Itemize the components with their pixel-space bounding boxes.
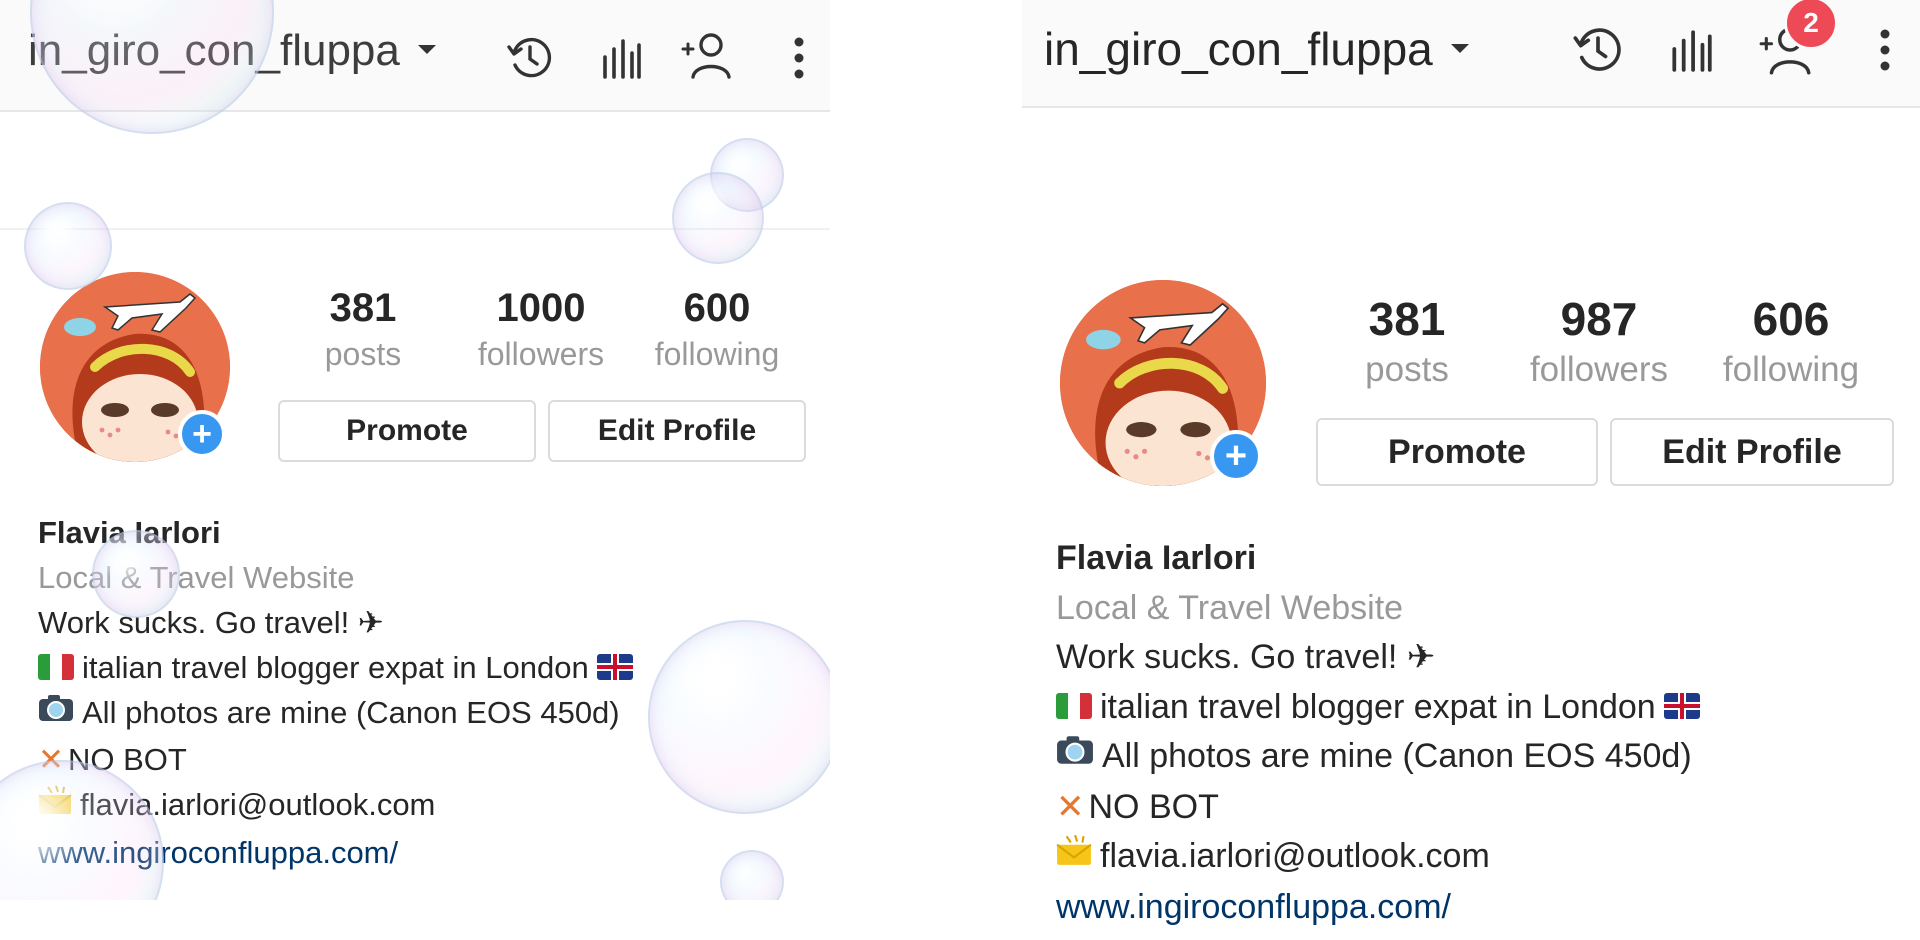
following-stat[interactable]: 600 following (632, 284, 802, 376)
bio-line-email: flavia.iarlori@outlook.com (1056, 832, 1700, 883)
following-count: 600 (683, 286, 751, 330)
uk-flag-icon (1663, 692, 1700, 719)
account-switcher[interactable]: in_giro_con_fluppa (28, 26, 436, 76)
promote-button[interactable]: Promote (278, 400, 536, 462)
email-text: flavia.iarlori@outlook.com (1100, 837, 1490, 876)
chevron-down-icon (417, 44, 436, 54)
followers-stat[interactable]: 1000 followers (456, 284, 626, 376)
profile-bio: Flavia Iarlori Local & Travel Website Wo… (38, 510, 633, 875)
username-label: in_giro_con_fluppa (1044, 23, 1433, 75)
top-bar: in_giro_con_fluppa 2 (1022, 0, 1920, 108)
posts-stat[interactable]: 381 posts (278, 284, 448, 376)
bio-line: All photos are mine (Canon EOS 450d) (1102, 737, 1692, 775)
edit-profile-button[interactable]: Edit Profile (548, 400, 806, 462)
bio-line: Work sucks. Go travel! ✈ (38, 605, 384, 640)
bio-line-flags: italian travel blogger expat in London (38, 645, 633, 690)
account-switcher[interactable]: in_giro_con_fluppa (1044, 22, 1469, 76)
followers-count: 1000 (496, 286, 586, 330)
cross-mark-icon: ✕ (1056, 787, 1085, 826)
followers-label: followers (477, 336, 605, 372)
full-name: Flavia Iarlori (1056, 539, 1257, 577)
posts-count: 381 (329, 286, 397, 330)
bubble-decoration (672, 172, 764, 264)
camera-icon (38, 689, 74, 734)
website-link[interactable]: www.ingiroconfluppa.com/ (1056, 883, 1700, 933)
bio-line-camera: All photos are mine (Canon EOS 450d) (38, 690, 633, 737)
following-count: 606 (1752, 293, 1830, 345)
italy-flag-icon (1056, 692, 1092, 719)
followers-stat[interactable]: 987 followers (1504, 292, 1694, 394)
following-stat[interactable]: 606 following (1696, 292, 1886, 394)
category-label: Local & Travel Website (38, 560, 355, 595)
add-person-icon[interactable] (678, 26, 738, 86)
posts-label: posts (1365, 350, 1449, 389)
top-bar: in_giro_con_fluppa (0, 0, 830, 112)
email-text: flavia.iarlori@outlook.com (80, 787, 436, 823)
bio-line: italian travel blogger expat in London (1100, 687, 1656, 726)
more-options-icon[interactable] (786, 30, 812, 86)
envelope-icon (38, 782, 72, 827)
bio-line-camera: All photos are mine (Canon EOS 450d) (1056, 732, 1700, 783)
bio-line: All photos are mine (Canon EOS 450d) (82, 695, 620, 730)
bio-line: NO BOT (67, 742, 187, 778)
camera-icon (1056, 730, 1094, 780)
profile-panel-left: in_giro_con_fluppa + 381 posts 1000 foll… (0, 0, 830, 900)
promote-button[interactable]: Promote (1316, 418, 1598, 486)
bubble-decoration (24, 202, 112, 290)
followers-count: 987 (1560, 293, 1638, 345)
profile-bio: Flavia Iarlori Local & Travel Website Wo… (1056, 534, 1700, 933)
followers-label: followers (1529, 350, 1669, 389)
notification-badge[interactable]: 2 (1784, 0, 1838, 50)
bio-line-cross: ✕ NO BOT (1056, 783, 1700, 833)
bubble-decoration (720, 850, 784, 900)
website-link[interactable]: www.ingiroconfluppa.com/ (38, 830, 633, 875)
bio-line-flags: italian travel blogger expat in London (1056, 683, 1700, 733)
history-icon[interactable] (1568, 20, 1628, 80)
posts-stat[interactable]: 381 posts (1312, 292, 1502, 394)
username-label: in_giro_con_fluppa (28, 26, 400, 75)
bio-line: Work sucks. Go travel! ✈ (1056, 638, 1436, 676)
edit-profile-button[interactable]: Edit Profile (1610, 418, 1894, 486)
more-options-icon[interactable] (1872, 20, 1898, 80)
add-story-plus-icon[interactable]: + (1210, 430, 1262, 482)
bubble-decoration (710, 138, 784, 212)
uk-flag-icon (596, 653, 633, 680)
bio-line: NO BOT (1088, 787, 1219, 826)
following-label: following (654, 336, 780, 372)
bio-line-cross: ✕ NO BOT (38, 737, 633, 782)
profile-panel-right: in_giro_con_fluppa 2 + 381 posts 987 fol… (1022, 0, 1920, 940)
divider (0, 228, 830, 230)
bio-line-email: flavia.iarlori@outlook.com (38, 782, 633, 829)
bio-line: italian travel blogger expat in London (82, 650, 589, 685)
italy-flag-icon (38, 653, 74, 680)
chevron-down-icon (1450, 44, 1469, 54)
insights-icon[interactable] (596, 30, 646, 86)
history-icon[interactable] (502, 30, 558, 86)
posts-count: 381 (1368, 293, 1446, 345)
cross-mark-icon: ✕ (38, 742, 64, 778)
envelope-icon (1056, 831, 1092, 881)
category-label: Local & Travel Website (1056, 588, 1404, 627)
following-label: following (1722, 350, 1860, 389)
add-story-plus-icon[interactable]: + (178, 410, 226, 458)
bubble-decoration (648, 620, 830, 814)
full-name: Flavia Iarlori (38, 515, 221, 550)
posts-label: posts (324, 336, 402, 372)
insights-icon[interactable] (1666, 22, 1716, 78)
